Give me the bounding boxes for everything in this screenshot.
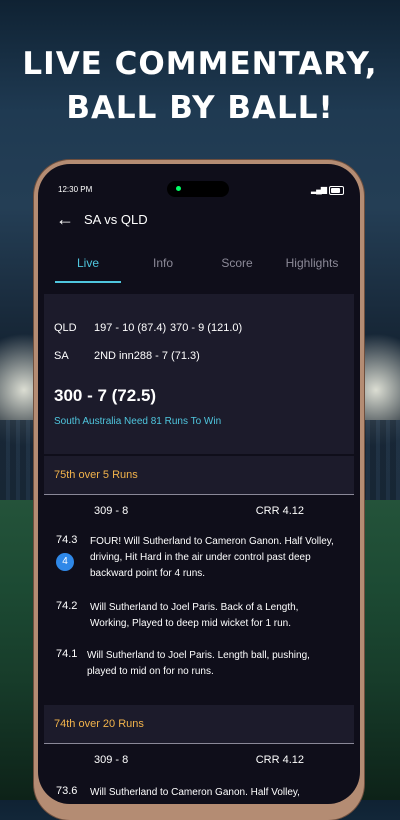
tab-highlights[interactable]: Highlights xyxy=(272,256,352,270)
ball-number: 74.1 xyxy=(56,648,78,660)
summary-row-qld: QLD 197 - 10 (87.4) 370 - 9 (121.0) xyxy=(54,322,242,334)
phone-screen: 12:30 PM ▂▄▆ ← SA vs QLD Live Info Score… xyxy=(38,164,360,804)
ball-number: 74.3 xyxy=(56,534,78,546)
promo-headline: LIVE COMMENTARY, BALL BY BALL! xyxy=(0,42,400,130)
boundary-four-badge: 4 xyxy=(56,553,74,571)
target-text: South Australia Need 81 Runs To Win xyxy=(54,416,222,427)
promo-line-2: BALL BY BALL! xyxy=(66,90,334,126)
innings-score: 2ND inn288 - 7 (71.3) xyxy=(94,350,200,362)
divider xyxy=(44,494,354,495)
tab-live[interactable]: Live xyxy=(48,256,128,270)
ball-number: 73.6 xyxy=(56,785,78,797)
tab-bar: Live Info Score Highlights xyxy=(38,250,360,284)
promo-line-1: LIVE COMMENTARY, xyxy=(22,46,378,82)
over-score: 309 - 8 xyxy=(94,754,129,766)
score-summary: QLD 197 - 10 (87.4) 370 - 9 (121.0) SA 2ND … xyxy=(44,294,354,454)
team-name: QLD xyxy=(54,322,77,334)
ball-commentary: FOUR! Will Sutherland to Cameron Ganon. … xyxy=(90,536,334,579)
over-score: 309 - 8 xyxy=(94,505,129,517)
over-score-row: 309 - 8 CRR 4.12 xyxy=(44,496,354,526)
current-run-rate: CRR 4.12 xyxy=(255,754,304,766)
match-title: SA vs QLD xyxy=(84,212,148,227)
ball-number: 74.2 xyxy=(56,600,78,612)
ball-commentary: Will Sutherland to Joel Paris. Back of a… xyxy=(90,602,299,629)
back-arrow-icon[interactable]: ← xyxy=(56,210,74,228)
current-run-rate: CRR 4.12 xyxy=(255,505,304,517)
battery-icon xyxy=(329,186,344,195)
summary-row-sa: SA 2ND inn288 - 7 (71.3) xyxy=(54,350,200,362)
ball-commentary: Will Sutherland to Joel Paris. Length ba… xyxy=(87,650,310,677)
signal-icon: ▂▄▆ xyxy=(311,185,327,194)
tab-info[interactable]: Info xyxy=(123,256,203,270)
camera-dot xyxy=(176,186,181,191)
innings-1-score: 197 - 10 (87.4) xyxy=(94,322,167,334)
over-header: 74th over 20 Runs xyxy=(44,705,354,743)
innings-2-score: 370 - 9 (121.0) xyxy=(170,322,243,334)
over-title: 74th over 20 Runs xyxy=(54,718,144,730)
over-header: 75th over 5 Runs xyxy=(44,456,354,494)
active-tab-indicator xyxy=(55,281,121,283)
camera-island xyxy=(167,181,229,197)
ball-commentary: Will Sutherland to Cameron Ganon. Half V… xyxy=(90,787,300,798)
app-header: ← SA vs QLD xyxy=(38,202,360,238)
over-title: 75th over 5 Runs xyxy=(54,469,138,481)
tab-score[interactable]: Score xyxy=(197,256,277,270)
team-name: SA xyxy=(54,350,69,362)
status-time: 12:30 PM xyxy=(58,185,93,194)
current-score: 300 - 7 (72.5) xyxy=(54,386,157,405)
over-score-row: 309 - 8 CRR 4.12 xyxy=(44,745,354,775)
divider xyxy=(44,743,354,744)
